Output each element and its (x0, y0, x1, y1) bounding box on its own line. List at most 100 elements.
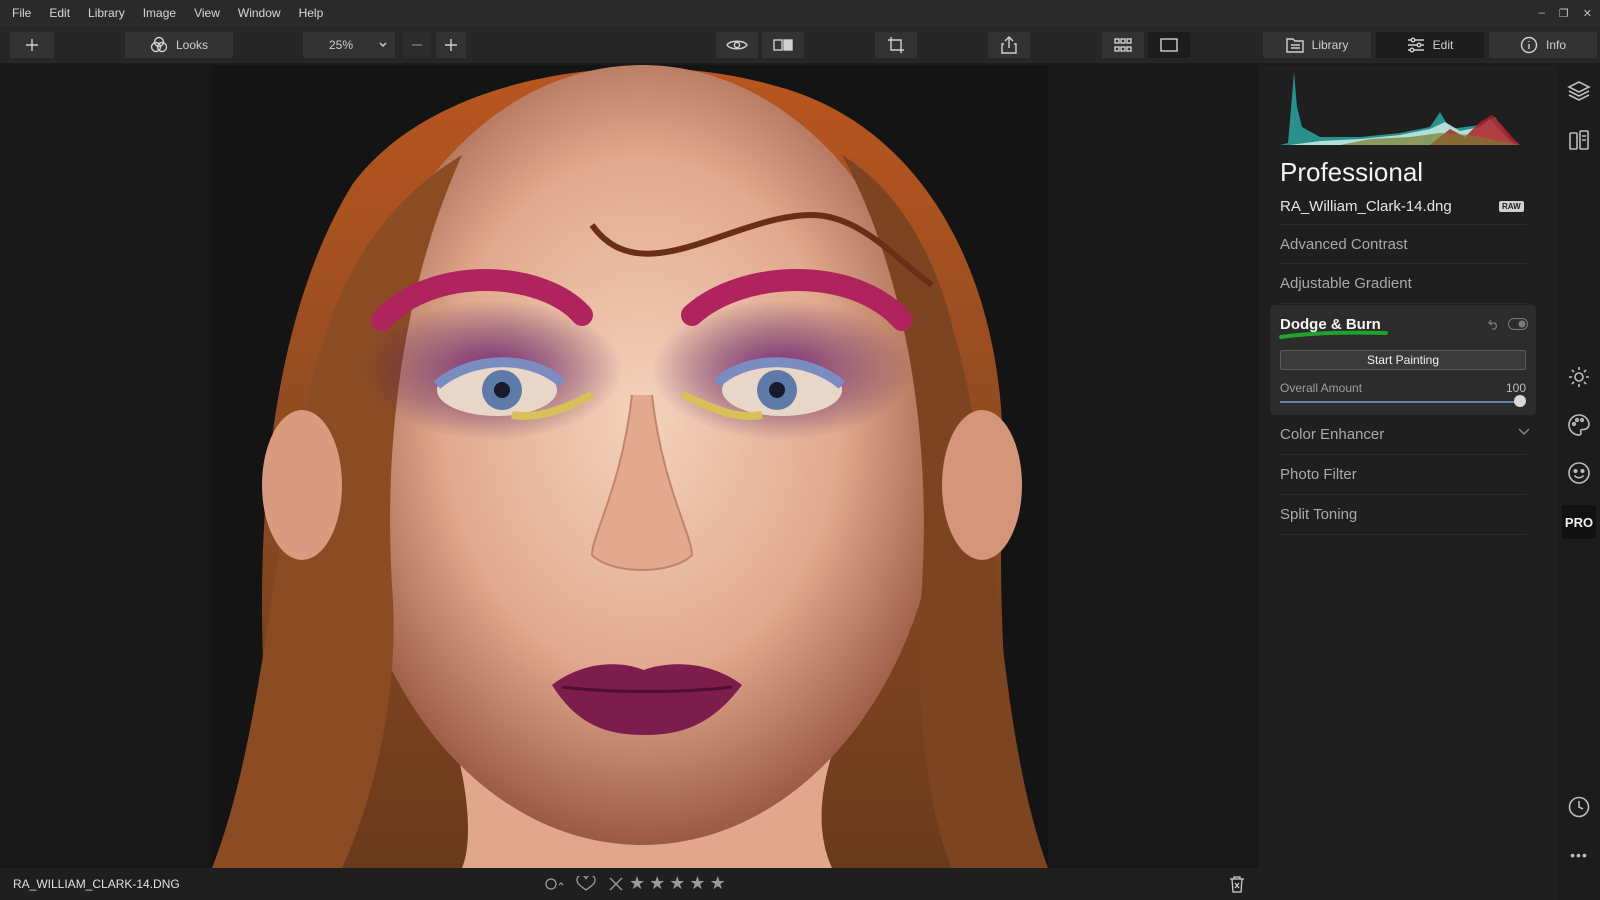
more-icon: ••• (1570, 847, 1588, 863)
dodge-burn-title[interactable]: Dodge & Burn (1280, 316, 1381, 333)
image-canvas[interactable] (0, 65, 1258, 868)
tool-advanced-contrast[interactable]: Advanced Contrast (1280, 224, 1526, 264)
more-button[interactable]: ••• (1565, 841, 1593, 869)
trash-icon[interactable] (1229, 875, 1245, 893)
tab-edit[interactable]: Edit (1376, 32, 1484, 58)
single-view-button[interactable] (1148, 32, 1190, 58)
restore-button[interactable]: ❐ (1559, 7, 1569, 20)
tool-label: Advanced Contrast (1280, 235, 1408, 253)
portrait-image (212, 65, 1048, 868)
sun-icon (1569, 367, 1589, 387)
crop-icon (888, 37, 904, 53)
library-icon (1285, 38, 1304, 53)
heart-icon[interactable] (575, 875, 597, 892)
tab-info-label: Info (1545, 38, 1566, 52)
undo-icon[interactable] (1488, 318, 1500, 330)
face-icon (1568, 462, 1590, 484)
creative-button[interactable] (1565, 411, 1593, 439)
tab-info[interactable]: Info (1489, 32, 1597, 58)
tool-adjustable-gradient[interactable]: Adjustable Gradient (1280, 264, 1526, 304)
looks-label: Looks (175, 38, 209, 52)
crop-button[interactable] (875, 32, 917, 58)
tool-label: Split Toning (1280, 506, 1358, 523)
star-2-icon[interactable]: ★ (649, 873, 665, 894)
plus-icon (26, 39, 38, 51)
zoom-value: 25% (329, 38, 354, 52)
grid-view-button[interactable] (1102, 32, 1144, 58)
chevron-down-icon (379, 42, 387, 47)
presets-icon (1569, 130, 1589, 150)
tool-split-toning[interactable]: Split Toning (1280, 495, 1526, 535)
preview-button[interactable] (716, 32, 758, 58)
menu-edit[interactable]: Edit (40, 0, 79, 26)
tab-library[interactable]: Library (1263, 32, 1371, 58)
status-bar: RA_WILLIAM_CLARK-14.DNG ★ ★ ★ ★ ★ (0, 868, 1258, 900)
menu-library[interactable]: Library (79, 0, 134, 26)
eye-icon (726, 40, 748, 50)
dodge-burn-card: Dodge & Burn Start Painting Overall Amou… (1270, 305, 1536, 415)
share-icon (1001, 36, 1017, 54)
star-3-icon[interactable]: ★ (669, 873, 685, 894)
menu-bar: File Edit Library Image View Window Help… (0, 0, 1600, 26)
sliders-icon (1407, 37, 1424, 53)
status-file-name: RA_WILLIAM_CLARK-14.DNG (13, 877, 180, 891)
start-painting-button[interactable]: Start Painting (1280, 350, 1526, 370)
essentials-button[interactable] (1565, 363, 1593, 391)
single-image-icon (1160, 38, 1178, 52)
tool-photo-filter[interactable]: Photo Filter (1280, 455, 1526, 495)
histogram (1280, 72, 1520, 145)
history-button[interactable] (1565, 793, 1593, 821)
slider-handle[interactable] (1514, 395, 1526, 407)
portrait-button[interactable] (1565, 459, 1593, 487)
layers-icon (1567, 81, 1591, 101)
overall-amount-label: Overall Amount (1280, 381, 1363, 395)
menu-file[interactable]: File (0, 0, 40, 26)
visibility-toggle-icon[interactable] (1508, 318, 1528, 330)
minus-icon (412, 44, 422, 46)
tool-label: Photo Filter (1280, 466, 1357, 483)
zoom-in-button[interactable] (436, 32, 466, 58)
menu-image[interactable]: Image (134, 0, 185, 26)
reject-icon[interactable] (607, 876, 625, 892)
edit-panel: Professional RA_William_Clark-14.dng RAW… (1258, 65, 1558, 900)
looks-button[interactable]: Looks (125, 32, 233, 58)
pro-label: PRO (1564, 514, 1594, 530)
side-rail: PRO ••• (1558, 65, 1600, 900)
zoom-select[interactable]: 25% (303, 32, 395, 58)
preset-title: Professional (1280, 157, 1424, 187)
raw-badge: RAW (1499, 201, 1524, 212)
portrait-photo (212, 65, 1048, 868)
share-button[interactable] (988, 32, 1030, 58)
rating-controls: ★ ★ ★ ★ ★ (545, 873, 726, 894)
panel-file-name: RA_William_Clark-14.dng (1280, 198, 1452, 215)
add-button[interactable] (10, 32, 54, 58)
chevron-down-icon (1518, 428, 1530, 435)
star-4-icon[interactable]: ★ (689, 873, 705, 894)
palette-icon (1568, 414, 1590, 436)
info-icon (1520, 36, 1538, 54)
pro-button[interactable]: PRO (1562, 505, 1596, 539)
compare-button[interactable] (762, 32, 804, 58)
star-1-icon[interactable]: ★ (629, 873, 645, 894)
menu-view[interactable]: View (185, 0, 229, 26)
toolbar: Looks 25% Library Edit Info (0, 26, 1600, 64)
layers-button[interactable] (1565, 77, 1593, 105)
tool-color-enhancer[interactable]: Color Enhancer (1280, 415, 1530, 455)
menu-window[interactable]: Window (229, 0, 290, 26)
color-label-icon[interactable] (545, 877, 565, 891)
close-button[interactable]: ✕ (1583, 7, 1592, 20)
overall-amount-slider[interactable] (1280, 401, 1520, 403)
presets-button[interactable] (1565, 127, 1593, 155)
minimize-button[interactable]: – (1539, 7, 1545, 19)
looks-icon (150, 36, 168, 53)
window-controls: – ❐ ✕ (1539, 0, 1592, 26)
tab-library-label: Library (1311, 38, 1349, 52)
tool-label: Adjustable Gradient (1280, 275, 1412, 292)
compare-icon (773, 39, 793, 51)
menu-help[interactable]: Help (290, 0, 333, 26)
zoom-out-button[interactable] (403, 32, 431, 58)
star-5-icon[interactable]: ★ (710, 873, 726, 894)
plus-icon (445, 39, 457, 51)
clock-icon (1568, 796, 1590, 818)
tool-label: Color Enhancer (1280, 426, 1385, 443)
